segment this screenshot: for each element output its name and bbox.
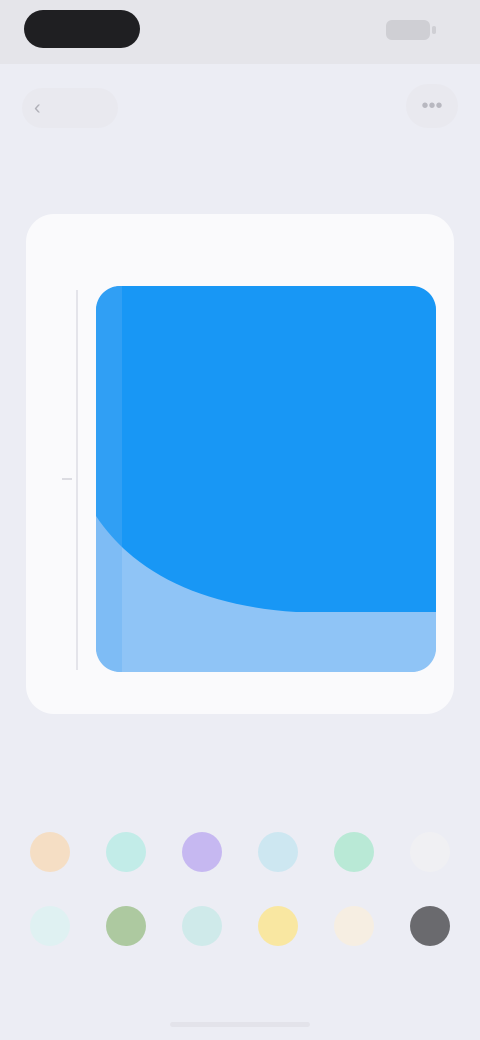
preview-title [140, 234, 340, 258]
swatch-cream[interactable] [334, 906, 374, 946]
swatch-aqua[interactable] [182, 906, 222, 946]
more-icon: ••• [421, 95, 443, 117]
preview-main-shape [96, 286, 436, 612]
swatch-ice[interactable] [30, 906, 70, 946]
more-button[interactable]: ••• [406, 84, 458, 128]
time-pill [24, 10, 140, 48]
swatch-mint[interactable] [334, 832, 374, 872]
swatch-peach[interactable] [30, 832, 70, 872]
color-preview-graphic [96, 286, 436, 672]
swatch-purple[interactable] [182, 832, 222, 872]
color-preview-area[interactable] [96, 286, 436, 672]
battery-tip-icon [432, 26, 436, 34]
preview-edge-shade [96, 286, 122, 672]
swatch-yellow[interactable] [258, 906, 298, 946]
swatch-teal[interactable] [106, 832, 146, 872]
status-bar [0, 0, 480, 64]
swatch-sky[interactable] [258, 832, 298, 872]
swatch-charcoal[interactable] [410, 906, 450, 946]
preview-axis-tick [62, 478, 72, 480]
color-palette [0, 812, 480, 972]
chevron-left-icon: ‹ [34, 96, 41, 119]
swatch-olive[interactable] [106, 906, 146, 946]
preview-axis [76, 290, 78, 670]
page-title [140, 90, 340, 126]
back-button[interactable]: ‹ [22, 88, 118, 128]
battery-icon [386, 20, 430, 40]
home-indicator [170, 1022, 310, 1027]
status-time [24, 10, 140, 48]
navigation-bar: ‹ ••• [0, 64, 480, 160]
swatch-light-gray[interactable] [410, 832, 450, 872]
